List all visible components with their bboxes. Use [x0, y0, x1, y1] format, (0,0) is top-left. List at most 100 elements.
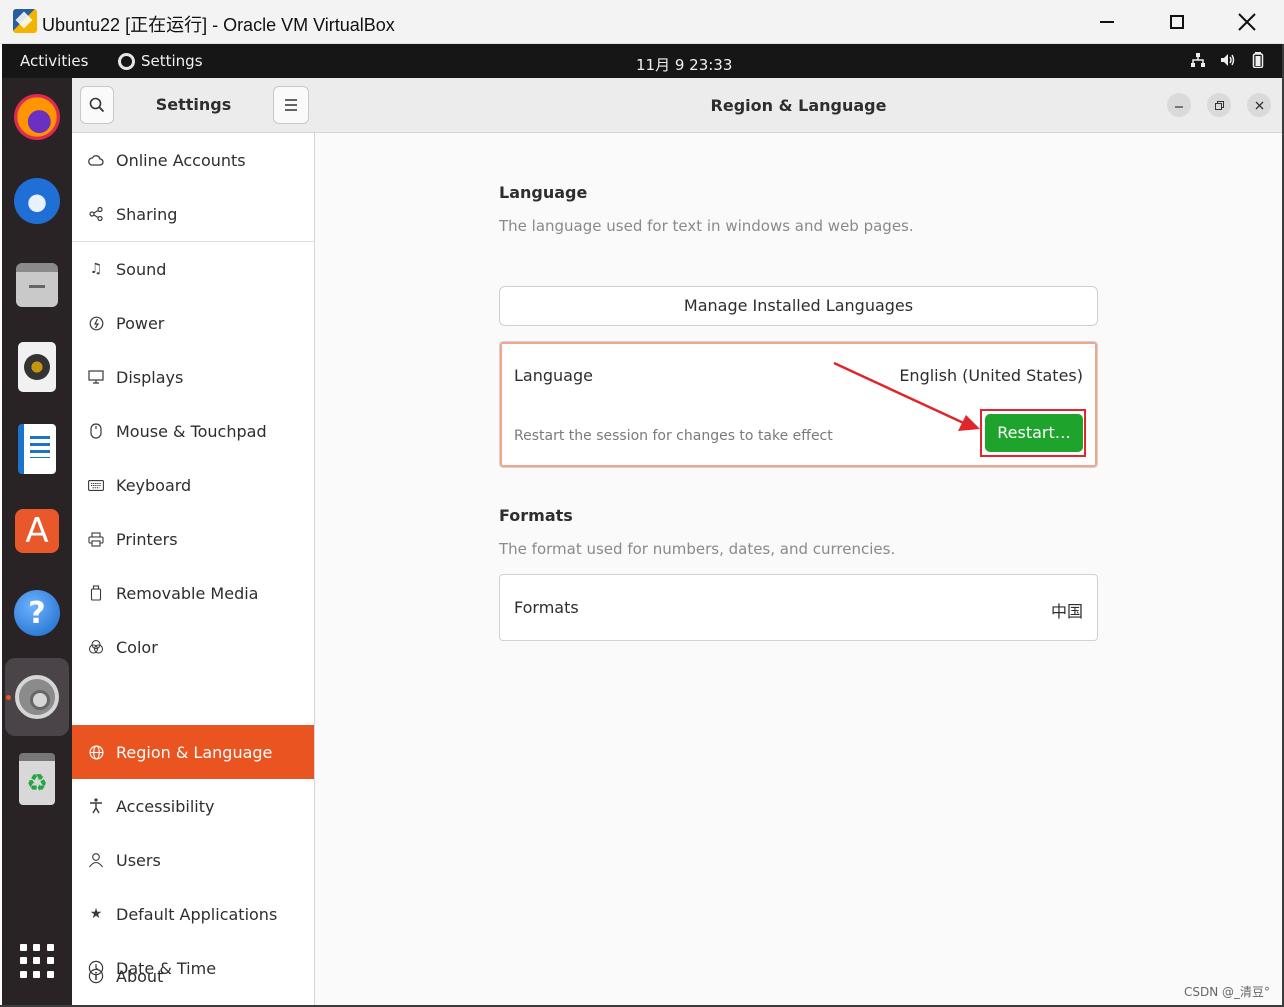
language-row-label[interactable]: Language — [514, 366, 593, 385]
sidebar-item-sound[interactable]: ♫ Sound — [72, 242, 314, 296]
formats-row-value: 中国 — [1050, 602, 1083, 621]
sidebar-item-displays[interactable]: Displays — [72, 350, 314, 404]
annotation-highlight-box: Restart… — [980, 409, 1086, 457]
sidebar-item-label: Keyboard — [116, 475, 192, 495]
hamburger-menu-button[interactable] — [273, 86, 309, 124]
sidebar-item-label: Region & Language — [116, 742, 273, 762]
sidebar-item-label: Default Applications — [116, 904, 278, 924]
music-note-icon: ♫ — [89, 261, 103, 277]
keyboard-icon — [88, 477, 104, 493]
dock-trash[interactable]: ♻ — [12, 753, 62, 805]
sidebar-item-label: Power — [116, 313, 165, 333]
restart-button[interactable]: Restart… — [985, 414, 1083, 452]
close-icon — [1255, 101, 1263, 109]
language-card: Language English (United States) Restart… — [499, 341, 1098, 468]
firefox-icon — [14, 94, 60, 140]
app-menu-label: Settings — [141, 52, 203, 70]
dock-app-center[interactable]: A — [12, 506, 62, 556]
gear-icon — [118, 52, 135, 70]
sidebar-item-keyboard[interactable]: Keyboard — [72, 458, 314, 512]
dock-writer[interactable] — [12, 424, 62, 474]
display-icon — [88, 369, 104, 385]
window-restore-button[interactable] — [1207, 93, 1231, 117]
thunderbird-icon — [14, 178, 60, 224]
clock[interactable]: 11月 9 23:33 — [636, 54, 732, 75]
activities-button[interactable]: Activities — [20, 52, 88, 70]
app-menu-button[interactable]: Settings — [118, 52, 203, 70]
sidebar-item-label: Displays — [116, 367, 184, 387]
sidebar-item-label: Users — [116, 850, 161, 870]
trash-icon: ♻ — [19, 753, 55, 805]
cloud-icon — [88, 152, 104, 168]
hamburger-icon — [285, 99, 297, 111]
sidebar-item-printers[interactable]: Printers — [72, 512, 314, 566]
content-header: Region & Language — [315, 78, 1282, 133]
dock-files[interactable] — [12, 260, 62, 310]
dock-thunderbird[interactable] — [12, 176, 62, 226]
language-section-description: The language used for text in windows an… — [499, 217, 914, 235]
sidebar-item-region-language[interactable]: Region & Language — [72, 725, 314, 779]
host-maximize-button[interactable] — [1157, 6, 1197, 38]
host-window-title: Ubuntu22 [正在运行] - Oracle VM VirtualBox — [42, 15, 395, 35]
watermark: CSDN @_清豆° — [1183, 985, 1270, 999]
users-icon — [88, 852, 104, 868]
sidebar-item-removable-media[interactable]: Removable Media — [72, 566, 314, 620]
close-icon — [1238, 13, 1256, 31]
sidebar-item-users[interactable]: Users — [72, 833, 314, 887]
window-minimize-button[interactable] — [1167, 93, 1191, 117]
minimize-icon — [1100, 21, 1114, 23]
show-apps-icon — [20, 944, 54, 978]
network-icon — [1191, 53, 1205, 67]
dock-rhythmbox[interactable] — [12, 342, 62, 392]
sidebar-item-about[interactable]: About — [72, 949, 314, 1003]
mouse-icon — [88, 423, 104, 439]
sidebar-item-default-applications[interactable]: ★ Default Applications — [72, 887, 314, 941]
dock-help[interactable]: ? — [12, 588, 62, 638]
rhythmbox-icon — [18, 342, 56, 392]
dock-settings[interactable] — [12, 672, 62, 722]
annotation-arrow-icon — [833, 361, 980, 431]
host-close-button[interactable] — [1227, 6, 1267, 38]
sidebar-item-label: Accessibility — [116, 796, 215, 816]
info-icon — [88, 968, 104, 984]
region-language-panel: Language The language used for text in w… — [315, 133, 1282, 1005]
sidebar-item-accessibility[interactable]: Accessibility — [72, 779, 314, 833]
sidebar-item-sharing[interactable]: Sharing — [72, 187, 314, 241]
power-icon — [88, 315, 104, 331]
usb-drive-icon — [88, 585, 104, 601]
host-window-titlebar: Ubuntu22 [正在运行] - Oracle VM VirtualBox — [0, 0, 1284, 44]
guest-desktop: Activities Settings 11月 9 23:33 A ? ♻ Se… — [2, 44, 1282, 1005]
sidebar-item-mouse-touchpad[interactable]: Mouse & Touchpad — [72, 404, 314, 458]
gnome-top-bar: Activities Settings 11月 9 23:33 — [2, 44, 1282, 78]
manage-installed-languages-button[interactable]: Manage Installed Languages — [499, 286, 1098, 326]
formats-row[interactable]: Formats 中国 — [499, 574, 1098, 641]
dock: A ? ♻ — [2, 78, 72, 1005]
restore-icon — [1214, 100, 1224, 110]
sidebar-item-label: Online Accounts — [116, 150, 246, 170]
minimize-icon — [1175, 106, 1183, 108]
volume-icon — [1221, 54, 1235, 66]
dock-firefox[interactable] — [12, 92, 62, 142]
system-status-area[interactable] — [1190, 52, 1266, 68]
sidebar-item-label: Printers — [116, 529, 178, 549]
files-icon — [16, 263, 58, 307]
libreoffice-writer-icon — [18, 424, 56, 474]
star-icon: ★ — [89, 906, 103, 922]
sidebar-item-power[interactable]: Power — [72, 296, 314, 350]
sidebar-item-online-accounts[interactable]: Online Accounts — [72, 133, 314, 187]
formats-row-label: Formats — [514, 598, 579, 617]
sidebar-item-color[interactable]: Color — [72, 620, 314, 674]
settings-sidebar: Online Accounts Sharing ♫ Sound Power Di… — [72, 133, 315, 1005]
host-minimize-button[interactable] — [1087, 6, 1127, 38]
sidebar-item-label: Sound — [116, 259, 167, 279]
settings-icon — [15, 675, 59, 719]
battery-icon — [1252, 52, 1264, 68]
dock-show-apps[interactable] — [12, 936, 62, 986]
formats-section-title: Formats — [499, 506, 573, 525]
page-title: Region & Language — [710, 96, 887, 115]
sidebar-item-label: About — [116, 966, 164, 986]
maximize-icon — [1170, 15, 1184, 29]
printer-icon — [88, 531, 104, 547]
window-close-button[interactable] — [1247, 93, 1271, 117]
restart-hint: Restart the session for changes to take … — [514, 428, 833, 444]
